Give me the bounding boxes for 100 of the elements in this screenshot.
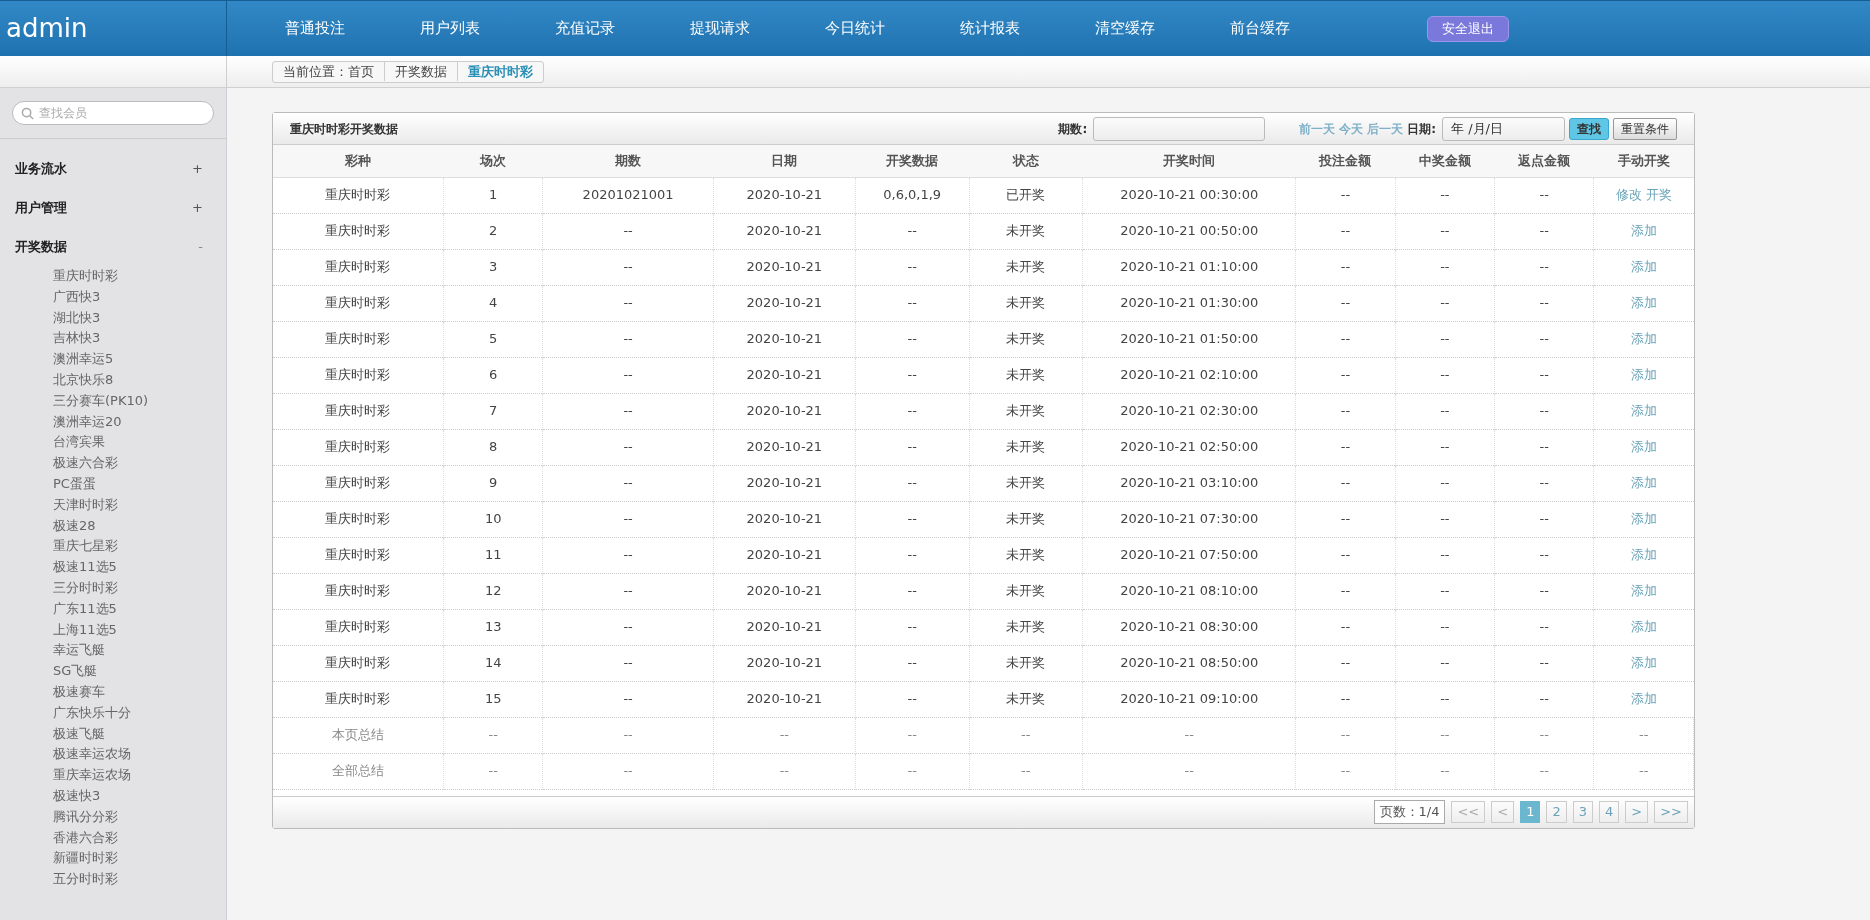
sidebar-item[interactable]: 极速六合彩 <box>0 453 226 474</box>
sidebar-item[interactable]: 幸运飞艇 <box>0 640 226 662</box>
table-cell: -- <box>1295 285 1396 321</box>
sidebar-item[interactable]: 广西快3 <box>0 286 226 308</box>
action-link[interactable]: 添加 <box>1631 691 1657 707</box>
action-link[interactable]: 添加 <box>1631 331 1657 347</box>
sidebar-item[interactable]: 三分赛车(PK10) <box>0 390 226 412</box>
sidebar-item[interactable]: 新疆时时彩 <box>0 848 226 870</box>
sidebar-item[interactable]: 极速28 <box>0 515 226 537</box>
sidebar-item[interactable]: 极速11选5 <box>0 557 226 578</box>
search-field[interactable]: 查找会员 <box>12 101 214 125</box>
table-cell: 已开奖 <box>969 177 1083 213</box>
action-link[interactable]: 添加 <box>1631 367 1657 383</box>
sidebar-item[interactable]: 重庆七星彩 <box>0 536 226 558</box>
table-cell: 未开奖 <box>969 321 1083 357</box>
toggle-sign[interactable]: + <box>192 197 203 218</box>
table-cell: -- <box>1295 465 1396 501</box>
breadcrumb-link[interactable]: 当前位置：首页 <box>273 61 384 82</box>
sidebar-item[interactable]: 澳洲幸运5 <box>0 349 226 370</box>
table-cell: 重庆时时彩 <box>273 465 444 501</box>
action-link[interactable]: 添加 <box>1631 547 1657 563</box>
sidebar-item[interactable]: 香港六合彩 <box>0 827 226 849</box>
table-cell: 2020-10-21 <box>713 429 856 465</box>
nav-link[interactable]: 前台缓存 <box>1192 17 1327 40</box>
sidebar-item[interactable]: 广东快乐十分 <box>0 702 226 724</box>
table-cell: 重庆时时彩 <box>273 285 444 321</box>
table-cell: -- <box>542 681 714 717</box>
action-link[interactable]: 添加 <box>1631 439 1657 455</box>
search-button[interactable]: 查找 <box>1569 117 1609 140</box>
nav-link[interactable]: 今日统计 <box>787 17 922 40</box>
nav-link[interactable]: 用户列表 <box>382 17 517 40</box>
nav-link[interactable]: 提现请求 <box>652 17 787 40</box>
table-cell: 重庆时时彩 <box>273 573 444 609</box>
sidebar-item[interactable]: 吉林快3 <box>0 328 226 350</box>
sidebar-item[interactable]: 台湾宾果 <box>0 432 226 454</box>
action-link[interactable]: 添加 <box>1631 655 1657 671</box>
table-cell: -- <box>1295 645 1396 681</box>
sidebar-item[interactable]: 极速快3 <box>0 785 226 807</box>
sidebar-item[interactable]: 重庆时时彩 <box>0 266 226 287</box>
table-cell: 重庆时时彩 <box>273 609 444 645</box>
breadcrumb-link[interactable]: 重庆时时彩 <box>457 61 543 82</box>
action-link[interactable]: 添加 <box>1631 259 1657 275</box>
table-cell: -- <box>1395 717 1495 753</box>
sidebar-item[interactable]: PC蛋蛋 <box>0 473 226 495</box>
sidebar-item[interactable]: 湖北快3 <box>0 307 226 329</box>
table-cell: -- <box>855 429 969 465</box>
sidebar-item[interactable]: SG飞艇 <box>0 661 226 682</box>
page-link[interactable]: 4 <box>1599 801 1620 823</box>
action-link[interactable]: 添加 <box>1631 619 1657 635</box>
table-cell: -- <box>855 573 969 609</box>
sidebar-item[interactable]: 五分时时彩 <box>0 869 226 890</box>
nav-link[interactable]: 充值记录 <box>517 17 652 40</box>
issue-field[interactable] <box>1093 116 1266 141</box>
table-cell: -- <box>542 321 714 357</box>
toggle-sign[interactable]: + <box>192 158 203 179</box>
date-field[interactable]: 年 /月/日 <box>1442 116 1565 141</box>
sidebar-item[interactable]: 极速飞艇 <box>0 723 226 745</box>
group-label[interactable]: 开奖数据 <box>15 236 67 257</box>
nav-link[interactable]: 普通投注 <box>247 17 382 40</box>
breadcrumb-link[interactable]: 开奖数据 <box>384 61 457 82</box>
reset-button[interactable]: 重置条件 <box>1613 117 1677 140</box>
table-cell: 未开奖 <box>969 465 1083 501</box>
sidebar-item[interactable]: 三分时时彩 <box>0 577 226 599</box>
action-link[interactable]: 添加 <box>1631 511 1657 527</box>
table-cell: 2020-10-21 <box>713 609 856 645</box>
nav-link[interactable]: 清空缓存 <box>1057 17 1192 40</box>
next-page-link[interactable]: > <box>1625 801 1649 823</box>
nav-link[interactable]: 统计报表 <box>922 17 1057 40</box>
action-link[interactable]: 添加 <box>1631 295 1657 311</box>
sidebar-item[interactable]: 极速赛车 <box>0 681 226 703</box>
group-label[interactable]: 用户管理 <box>15 197 67 218</box>
action-link[interactable]: 添加 <box>1631 583 1657 599</box>
last-page-link[interactable]: >> <box>1654 801 1688 823</box>
table-cell: 重庆时时彩 <box>273 177 444 213</box>
table-cell: -- <box>855 249 969 285</box>
action-link[interactable]: 添加 <box>1631 475 1657 491</box>
table-cell: 2020-10-21 <box>713 573 856 609</box>
page-link[interactable]: 2 <box>1546 801 1567 823</box>
table-cell: 2020-10-21 01:30:00 <box>1082 285 1296 321</box>
page-link[interactable]: 3 <box>1572 801 1593 823</box>
action-link[interactable]: 添加 <box>1631 223 1657 239</box>
action-link[interactable]: 修改 <box>1616 187 1642 203</box>
table-cell: 重庆时时彩 <box>273 501 444 537</box>
group-label[interactable]: 业务流水 <box>15 158 67 179</box>
sidebar-item[interactable]: 广东11选5 <box>0 598 226 620</box>
sidebar-item[interactable]: 天津时时彩 <box>0 494 226 516</box>
sidebar-item[interactable]: 极速幸运农场 <box>0 744 226 766</box>
table-cell: -- <box>1593 753 1694 789</box>
logout-button[interactable]: 安全退出 <box>1427 15 1509 42</box>
sidebar-item[interactable]: 上海11选5 <box>0 619 226 641</box>
sidebar-item[interactable]: 北京快乐8 <box>0 370 226 391</box>
table-cell: -- <box>713 717 856 753</box>
action-link[interactable]: 开奖 <box>1646 187 1672 203</box>
table-cell: -- <box>1295 753 1396 789</box>
sidebar-item[interactable]: 澳洲幸运20 <box>0 411 226 433</box>
toggle-sign[interactable]: - <box>198 236 203 257</box>
table-cell: -- <box>1395 177 1495 213</box>
sidebar-item[interactable]: 腾讯分分彩 <box>0 806 226 828</box>
sidebar-item[interactable]: 重庆幸运农场 <box>0 765 226 786</box>
action-link[interactable]: 添加 <box>1631 403 1657 419</box>
